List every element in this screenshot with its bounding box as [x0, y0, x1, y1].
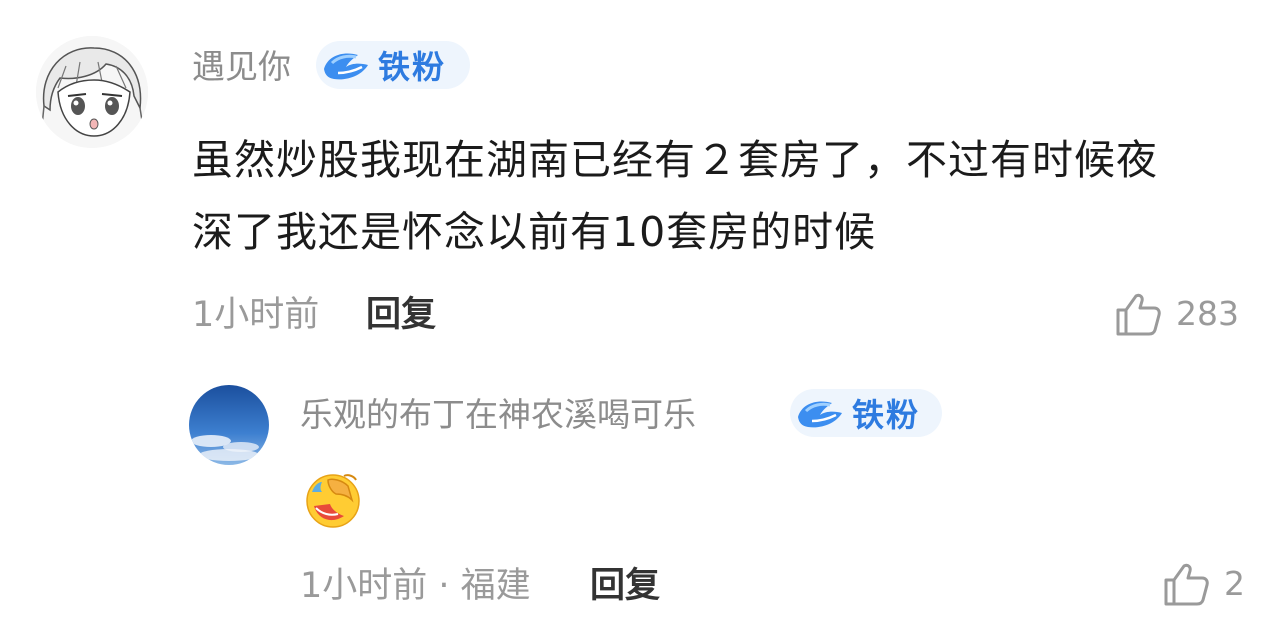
comment-thread: 遇见你 铁粉 虽然炒股我现在湖南已经有２套房了，不过有时候夜 深了我还是怀念以前… [0, 0, 1284, 625]
reply-avatar[interactable] [189, 385, 269, 465]
like-button[interactable]: 283 [1114, 290, 1239, 338]
comment-time: 1小时前 [192, 295, 320, 335]
sky-avatar-icon [189, 385, 269, 465]
reply-fan-badge[interactable]: 铁粉 [790, 389, 942, 437]
reply-time-location: 1小时前 · 福建 [300, 566, 531, 606]
thumbs-up-icon [1116, 293, 1161, 336]
badge-label: 铁粉 [378, 48, 447, 86]
comment-text: 虽然炒股我现在湖南已经有２套房了，不过有时候夜 深了我还是怀念以前有10套房的时… [192, 124, 1262, 268]
fan-bird-icon [798, 401, 842, 428]
reply-like-button[interactable]: 2 [1162, 560, 1245, 608]
anime-girl-avatar-icon [36, 36, 148, 148]
username[interactable]: 遇见你 [192, 47, 291, 87]
comment-line-2: 深了我还是怀念以前有10套房的时候 [192, 208, 877, 256]
fan-badge[interactable]: 铁粉 [316, 41, 470, 89]
like-count: 283 [1176, 294, 1239, 333]
reply-username[interactable]: 乐观的布丁在神农溪喝可乐 [300, 395, 696, 435]
reply-like-count: 2 [1224, 564, 1245, 603]
avatar[interactable] [36, 36, 148, 148]
reply-button[interactable]: 回复 [366, 295, 436, 335]
facepalm-laugh-emoji [306, 474, 360, 528]
comment-line-1: 虽然炒股我现在湖南已经有２套房了，不过有时候夜 [192, 136, 1158, 184]
reply-reply-button[interactable]: 回复 [590, 566, 660, 606]
badge-label: 铁粉 [852, 396, 921, 434]
fan-bird-icon [324, 53, 368, 80]
thumbs-up-icon [1164, 563, 1209, 606]
